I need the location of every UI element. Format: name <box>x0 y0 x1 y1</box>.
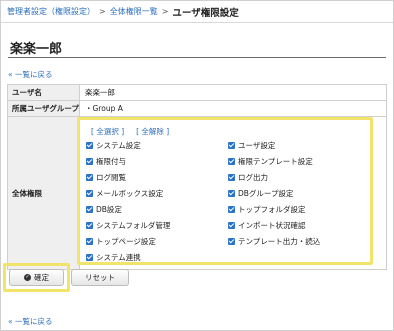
user-group-label: 所属ユーザグループ <box>7 100 80 117</box>
permission-label: 権限付与 <box>96 157 126 166</box>
check-circle-icon: ✓ <box>24 274 31 281</box>
breadcrumb-permission-list[interactable]: 全体権限一覧 <box>110 6 158 17</box>
permission-label: ログ出力 <box>238 173 268 182</box>
permission-label: メールボックス設定 <box>96 189 164 198</box>
permission-checkbox[interactable]: ユーザ設定 <box>228 140 275 151</box>
reset-button-label: リセット <box>85 273 115 282</box>
select-all-link[interactable]: 全選択 <box>96 127 119 136</box>
permission-label: DBグループ設定 <box>238 189 294 198</box>
checkbox-checked-icon[interactable] <box>228 158 235 165</box>
permission-label: システム連携 <box>96 253 141 262</box>
select-controls: [ 全選択 ] [ 全解除 ] <box>91 127 170 136</box>
permission-checkbox[interactable]: 権限付与 <box>86 156 126 167</box>
permission-checkbox[interactable]: インポート状況確認 <box>228 220 306 231</box>
checkbox-checked-icon[interactable] <box>228 190 235 197</box>
permission-checkbox[interactable]: 権限テンプレート設定 <box>228 156 313 167</box>
breadcrumb-admin-settings[interactable]: 管理者設定（権限設定） <box>7 6 95 17</box>
breadcrumb-separator: > <box>161 7 169 16</box>
reset-button[interactable]: リセット <box>71 269 129 286</box>
breadcrumb: 管理者設定（権限設定） > 全体権限一覧 > ユーザ権限設定 <box>1 1 393 23</box>
permission-label: 権限テンプレート設定 <box>238 157 313 166</box>
checkbox-checked-icon[interactable] <box>86 222 93 229</box>
confirm-button[interactable]: ✓ 確定 <box>9 269 64 286</box>
checkbox-checked-icon[interactable] <box>228 238 235 245</box>
permission-checkbox[interactable]: ログ出力 <box>228 172 268 183</box>
permission-label: ユーザ設定 <box>238 141 276 150</box>
permission-checkbox[interactable]: システムフォルダ管理 <box>86 220 170 231</box>
checkbox-checked-icon[interactable] <box>86 158 93 165</box>
permission-checkbox[interactable]: トップフォルダ設定 <box>228 204 306 215</box>
permission-label: トップフォルダ設定 <box>238 205 306 214</box>
permission-label: テンプレート出力・読込 <box>238 237 321 246</box>
checkbox-checked-icon[interactable] <box>86 206 93 213</box>
title-divider <box>8 57 386 58</box>
checkbox-checked-icon[interactable] <box>228 222 235 229</box>
back-to-list-link-bottom[interactable]: « 一覧に戻る <box>8 316 52 327</box>
permission-checkbox[interactable]: DB設定 <box>86 204 122 215</box>
deselect-all-link[interactable]: 全解除 <box>141 127 164 136</box>
permission-checkbox[interactable]: システム連携 <box>86 252 141 263</box>
permission-label: ログ閲覧 <box>96 173 126 182</box>
breadcrumb-current: ユーザ権限設定 <box>172 7 239 19</box>
user-group-value: ・Group A <box>79 100 387 117</box>
permission-checkbox[interactable]: ログ閲覧 <box>86 172 126 183</box>
checkbox-checked-icon[interactable] <box>86 190 93 197</box>
permission-label: トップページ設定 <box>96 237 156 246</box>
checkbox-checked-icon[interactable] <box>86 238 93 245</box>
permission-checkbox[interactable]: システム設定 <box>86 140 141 151</box>
permission-checkbox[interactable]: テンプレート出力・読込 <box>228 236 320 247</box>
checkbox-checked-icon[interactable] <box>228 206 235 213</box>
confirm-button-label: 確定 <box>34 273 49 282</box>
permission-label: システム設定 <box>96 141 141 150</box>
user-name-value: 楽楽一郎 <box>79 84 387 101</box>
permission-checkbox[interactable]: メールボックス設定 <box>86 188 163 199</box>
checkbox-checked-icon[interactable] <box>228 174 235 181</box>
permission-label: システムフォルダ管理 <box>96 221 171 230</box>
back-to-list-link[interactable]: « 一覧に戻る <box>8 69 52 80</box>
checkbox-checked-icon[interactable] <box>86 174 93 181</box>
permission-label: インポート状況確認 <box>238 221 306 230</box>
page-title: 楽楽一郎 <box>10 42 63 57</box>
user-name-label: ユーザ名 <box>7 84 80 101</box>
breadcrumb-separator: > <box>99 7 106 16</box>
checkbox-checked-icon[interactable] <box>86 254 93 261</box>
checkbox-checked-icon[interactable] <box>228 142 235 149</box>
global-permission-label: 全体権限 <box>7 116 80 270</box>
permission-checkbox[interactable]: DBグループ設定 <box>228 188 293 199</box>
permission-checkbox[interactable]: トップページ設定 <box>86 236 156 247</box>
checkbox-checked-icon[interactable] <box>86 142 93 149</box>
permission-label: DB設定 <box>96 205 122 214</box>
